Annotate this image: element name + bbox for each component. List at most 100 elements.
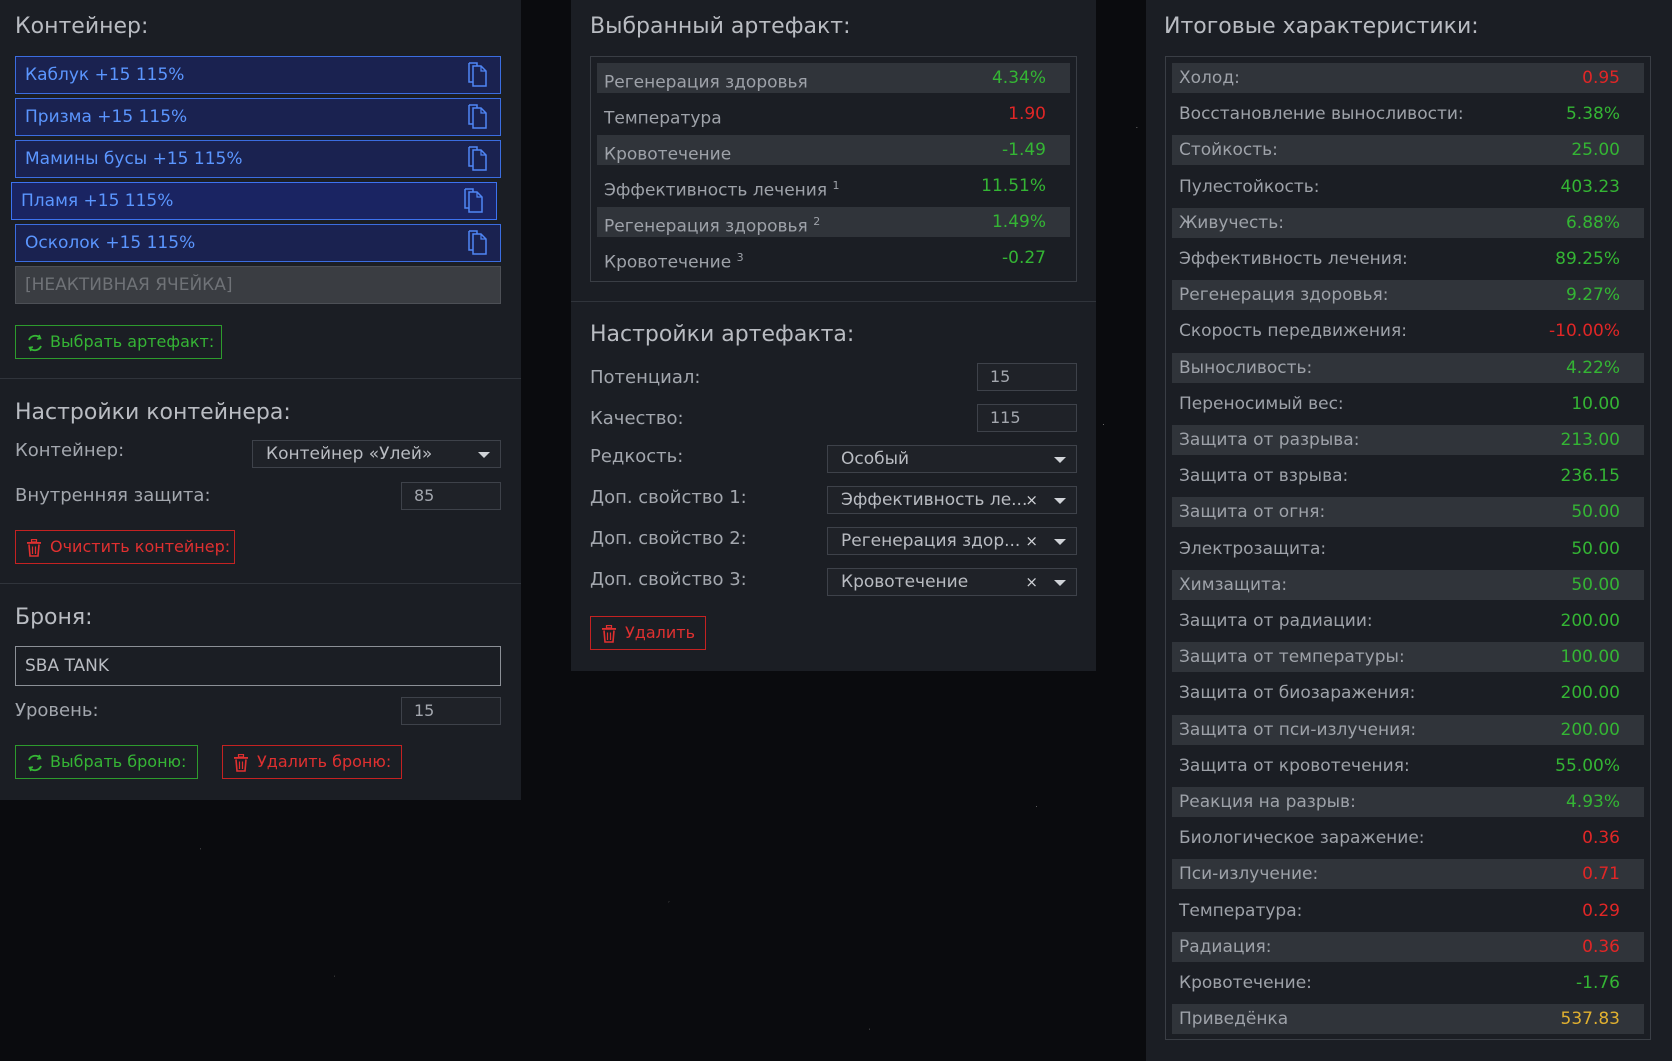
stat-value: 0.71 — [1582, 864, 1620, 885]
extra3-select[interactable]: Кровотечение × — [827, 568, 1077, 596]
stat-value: 4.93% — [1565, 792, 1620, 812]
rarity-select[interactable]: Особый — [827, 445, 1077, 473]
trash-icon — [602, 625, 616, 643]
stat-value: 6.88% — [1565, 212, 1620, 233]
extra1-select[interactable]: Эффективность ле... × — [827, 486, 1077, 514]
delete-armor-label: Удалить броню: — [257, 752, 392, 771]
inactive-slot: [НЕАКТИВНАЯ ЯЧЕЙКА] — [15, 266, 501, 304]
total-stat-row: Химзащита: 50.00 — [1172, 569, 1644, 600]
stat-value: 213.00 — [1560, 430, 1620, 450]
stat-footnote: 3 — [736, 251, 744, 264]
stat-name: Пулестойкость: — [1179, 176, 1320, 197]
slot-label: Мамины бусы +15 115% — [25, 149, 243, 169]
stat-name: Эффективность лечения: — [1179, 249, 1408, 269]
extra2-select[interactable]: Регенерация здор... × — [827, 527, 1077, 555]
clear-container-button[interactable]: Очистить контейнер: — [15, 530, 235, 564]
inactive-slot-label: [НЕАКТИВНАЯ ЯЧЕЙКА] — [25, 275, 233, 295]
container-settings-title: Настройки контейнера: — [15, 400, 291, 425]
container-slot[interactable]: Каблук +15 115% — [15, 56, 501, 94]
rarity-label: Редкость: — [590, 446, 684, 467]
stat-name: Защита от температуры: — [1179, 647, 1405, 668]
stat-name: Регенерация здоровья: — [1179, 285, 1389, 306]
stat-value: -1.49 — [1002, 140, 1046, 160]
copy-icon[interactable] — [466, 62, 490, 88]
internal-protection-input[interactable]: 85 — [401, 482, 501, 510]
container-slot[interactable]: Пламя +15 115% — [11, 182, 497, 220]
refresh-icon — [28, 334, 42, 352]
stat-value: 25.00 — [1571, 140, 1620, 161]
artifact-settings-title: Настройки артефакта: — [590, 322, 855, 347]
stat-name: Защита от биозаражения: — [1179, 683, 1416, 704]
clear-icon[interactable]: × — [1025, 569, 1038, 595]
copy-icon[interactable] — [466, 230, 490, 256]
copy-icon[interactable] — [462, 188, 486, 214]
stat-value: 200.00 — [1560, 719, 1620, 740]
stat-name: Реакция на разрыв: — [1179, 792, 1356, 812]
stat-value: 0.36 — [1582, 828, 1620, 849]
level-input[interactable]: 15 — [401, 697, 501, 725]
container-slot[interactable]: Мамины бусы +15 115% — [15, 140, 501, 178]
chevron-down-icon — [1054, 457, 1066, 463]
stat-value: 5.38% — [1565, 104, 1620, 125]
stat-value: 55.00% — [1555, 755, 1620, 776]
stat-name: Радиация: — [1179, 936, 1272, 957]
potential-input[interactable]: 15 — [977, 363, 1077, 391]
container-slot[interactable]: Осколок +15 115% — [15, 224, 501, 262]
stat-value: 0.95 — [1582, 68, 1620, 88]
select-artifact-label: Выбрать артефакт: — [50, 332, 215, 351]
total-stat-row: Регенерация здоровья: 9.27% — [1172, 280, 1644, 311]
stat-name: Эффективность лечения — [604, 180, 828, 201]
armor-input[interactable]: SBA TANK — [15, 646, 501, 686]
total-stat-row: Скорость передвижения: -10.00% — [1172, 316, 1644, 346]
select-artifact-button[interactable]: Выбрать артефакт: — [15, 325, 222, 359]
total-stat-row: Пулестойкость: 403.23 — [1172, 172, 1644, 202]
total-stat-row: Защита от разрыва: 213.00 — [1172, 425, 1644, 455]
total-stat-row: Защита от кровотечения: 55.00% — [1172, 751, 1644, 781]
select-armor-button[interactable]: Выбрать броню: — [15, 745, 198, 779]
stat-name: Температура — [604, 108, 722, 129]
stat-name: Пси-излучение: — [1179, 864, 1319, 885]
stat-value: 4.22% — [1565, 357, 1620, 378]
copy-icon[interactable] — [466, 146, 490, 172]
armor-title: Броня: — [15, 605, 93, 630]
stat-value: 50.00 — [1571, 538, 1620, 559]
stat-name: Защита от разрыва: — [1179, 430, 1360, 450]
quality-input[interactable]: 115 — [977, 404, 1077, 432]
total-stat-row: Приведёнка 537.83 — [1172, 1004, 1644, 1035]
slot-label: Каблук +15 115% — [25, 65, 185, 85]
stat-name: Биологическое заражение: — [1179, 828, 1425, 849]
total-stat-row: Защита от радиации: 200.00 — [1172, 606, 1644, 636]
total-stat-row: Защита от пси-излучения: 200.00 — [1172, 714, 1644, 745]
internal-protection-value: 85 — [414, 486, 435, 505]
total-stat-row: Пси-излучение: 0.71 — [1172, 859, 1644, 890]
totals-table: Холод: 0.95 Восстановление выносливости: 5.… — [1165, 56, 1651, 1040]
clear-icon[interactable]: × — [1025, 487, 1038, 513]
total-stat-row: Биологическое заражение: 0.36 — [1172, 823, 1644, 853]
potential-label: Потенциал: — [590, 367, 701, 388]
divider — [0, 583, 521, 584]
delete-artifact-button[interactable]: Удалить — [590, 616, 706, 650]
stat-value: -1.76 — [1576, 973, 1620, 993]
stat-value: 403.23 — [1560, 176, 1620, 197]
total-stat-row: Защита от взрыва: 236.15 — [1172, 461, 1644, 491]
stat-value: -0.27 — [1002, 248, 1046, 268]
stat-name: Приведёнка — [1179, 1009, 1289, 1030]
quality-label: Качество: — [590, 408, 684, 429]
extra3-value: Кровотечение — [841, 572, 969, 592]
slot-label: Призма +15 115% — [25, 107, 188, 127]
stat-name: Кровотечение — [604, 144, 732, 165]
totals-title: Итоговые характеристики: — [1164, 14, 1479, 39]
total-stat-row: Защита от биозаражения: 200.00 — [1172, 678, 1644, 708]
total-stat-row: Защита от температуры: 100.00 — [1172, 642, 1644, 673]
copy-icon[interactable] — [466, 104, 490, 130]
total-stat-row: Эффективность лечения: 89.25% — [1172, 244, 1644, 274]
clear-icon[interactable]: × — [1025, 528, 1038, 554]
delete-armor-button[interactable]: Удалить броню: — [222, 745, 402, 779]
chevron-down-icon — [1054, 580, 1066, 586]
armor-value: SBA TANK — [25, 656, 110, 676]
container-slot[interactable]: Призма +15 115% — [15, 98, 501, 136]
stat-name: Кровотечение — [604, 252, 732, 273]
chevron-down-icon — [478, 452, 490, 458]
total-stat-row: Живучесть: 6.88% — [1172, 207, 1644, 238]
container-select[interactable]: Контейнер «Улей» — [252, 440, 501, 468]
